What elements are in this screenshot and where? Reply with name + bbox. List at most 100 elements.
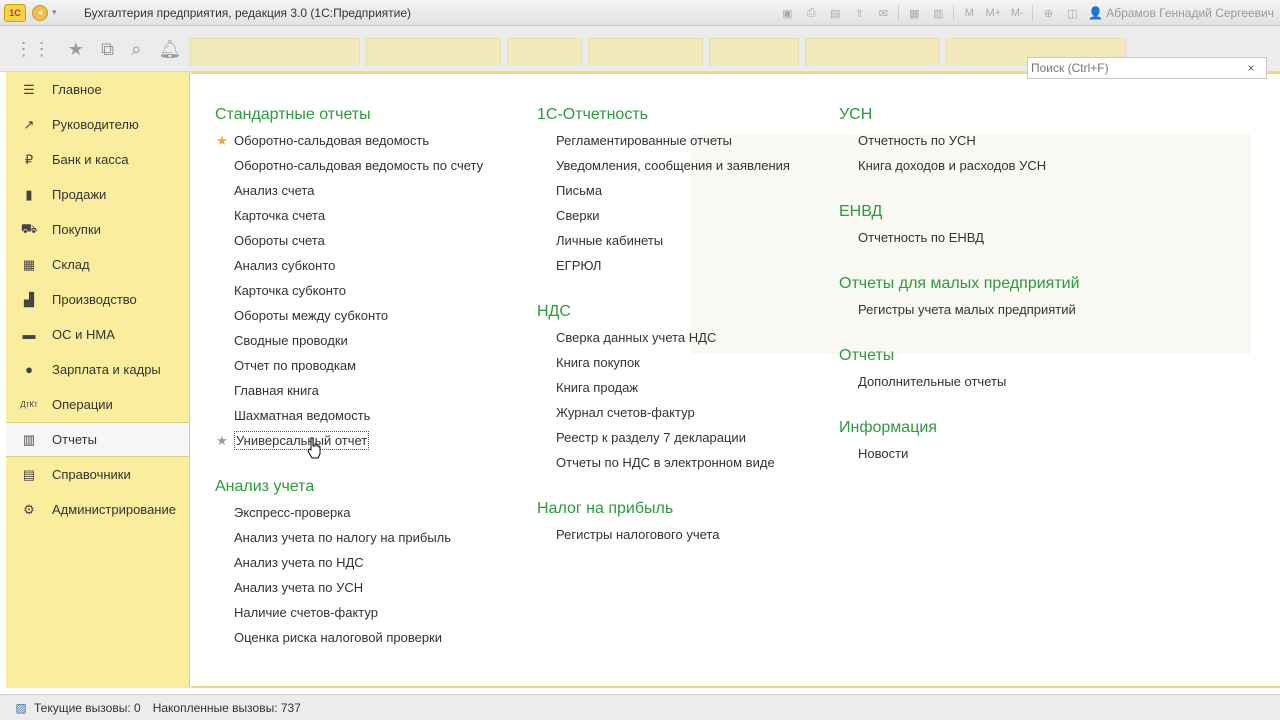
report-link[interactable]: ЕГРЮЛ — [537, 253, 790, 278]
section-information: Информация Новости — [839, 415, 1080, 466]
report-link[interactable]: Наличие счетов-фактур — [215, 600, 483, 625]
bell-icon[interactable]: 🔔︎ — [159, 39, 182, 60]
report-link[interactable]: Реестр к разделу 7 декларации — [537, 425, 790, 450]
sidebar-item-admin[interactable]: ⚙ Администрирование — [6, 492, 189, 527]
sidebar-item-reports[interactable]: ▥ Отчеты — [6, 422, 189, 457]
report-link[interactable]: ★ Оборотно-сальдовая ведомость — [215, 128, 483, 153]
report-link[interactable]: Журнал счетов-фактур — [537, 400, 790, 425]
report-link[interactable]: Отчетность по ЕНВД — [839, 225, 1080, 250]
section-title[interactable]: Информация — [839, 415, 1080, 441]
favorites-star-icon[interactable]: ★ — [68, 39, 84, 60]
report-link-universal[interactable]: ★ Универсальный отчет — [215, 428, 483, 453]
section-title[interactable]: Анализ учета — [215, 474, 483, 500]
report-link[interactable]: Анализ учета по НДС — [215, 550, 483, 575]
toolbar-divider — [953, 5, 955, 21]
report-link[interactable]: Карточка субконто — [215, 278, 483, 303]
report-link[interactable]: Анализ счета — [215, 178, 483, 203]
tab[interactable] — [805, 38, 940, 66]
user-name[interactable]: 👤 Абрамов Геннадий Сергеевич — [1084, 6, 1280, 20]
report-link[interactable]: Шахматная ведомость — [215, 403, 483, 428]
report-link[interactable]: Оценка риска налоговой проверки — [215, 625, 483, 650]
section-title[interactable]: ЕНВД — [839, 199, 1080, 225]
section-title[interactable]: Налог на прибыль — [537, 496, 790, 522]
memory-button[interactable]: M — [958, 3, 980, 23]
apps-grid-icon[interactable]: ⋮⋮ — [15, 39, 51, 60]
history-icon[interactable]: ⧉ — [101, 39, 114, 60]
history-icon[interactable]: ◂ — [32, 4, 48, 21]
search-icon[interactable]: ⌕ — [131, 39, 141, 60]
current-calls: Текущие вызовы: 0 — [34, 700, 141, 715]
report-link[interactable]: Экспресс-проверка — [215, 500, 483, 525]
report-link[interactable]: Отчет по проводкам — [215, 353, 483, 378]
report-link[interactable]: Отчеты по НДС в электронном виде — [537, 450, 790, 475]
attach-icon[interactable]: ⇪ — [848, 3, 870, 23]
report-link[interactable]: Книга продаж — [537, 375, 790, 400]
calendar-icon[interactable]: ▥ — [927, 3, 949, 23]
report-link[interactable]: Сверка данных учета НДС — [537, 325, 790, 350]
report-link[interactable]: Книга доходов и расходов УСН — [839, 153, 1080, 178]
report-link[interactable]: Регистры налогового учета — [537, 522, 790, 547]
chevron-down-icon[interactable]: ▾ — [52, 7, 64, 18]
tab[interactable] — [709, 38, 799, 66]
favorite-star-icon[interactable]: ★ — [215, 428, 229, 453]
sidebar-item-catalogs[interactable]: ▤ Справочники — [6, 457, 189, 492]
clear-search-button[interactable]: × — [1238, 61, 1264, 75]
report-link[interactable]: Сводные проводки — [215, 328, 483, 353]
sidebar-item-manager[interactable]: ↗ Руководителю — [6, 107, 189, 142]
report-link[interactable]: Отчетность по УСН — [839, 128, 1080, 153]
calculator-icon[interactable]: ▦ — [903, 3, 925, 23]
zoom-icon[interactable]: ⊕ — [1037, 3, 1059, 23]
report-link[interactable]: Карточка счета — [215, 203, 483, 228]
report-link[interactable]: Оборотно-сальдовая ведомость по счету — [215, 153, 483, 178]
report-link[interactable]: Обороты между субконто — [215, 303, 483, 328]
section-title[interactable]: Стандартные отчеты — [215, 102, 483, 128]
app-logo[interactable]: 1С — [4, 3, 26, 22]
sidebar-item-production[interactable]: ▟ Производство — [6, 282, 189, 317]
report-link[interactable]: Обороты счета — [215, 228, 483, 253]
report-link[interactable]: Анализ субконто — [215, 253, 483, 278]
calls-monitor-icon[interactable]: ▨ — [12, 700, 30, 716]
sidebar-item-main[interactable]: ☰ Главное — [6, 72, 189, 107]
sidebar-item-warehouse[interactable]: ▦ Склад — [6, 247, 189, 282]
debit-credit-icon: ДтКт — [20, 400, 38, 409]
section-title[interactable]: Отчеты для малых предприятий — [839, 271, 1080, 297]
sidebar-item-label: Отчеты — [52, 432, 97, 447]
tab[interactable] — [190, 38, 360, 66]
report-link[interactable]: Сверки — [537, 203, 790, 228]
report-link[interactable]: Анализ учета по налогу на прибыль — [215, 525, 483, 550]
print-icon[interactable]: ⎙ — [800, 3, 822, 23]
tab[interactable] — [588, 38, 703, 66]
report-link[interactable]: Главная книга — [215, 378, 483, 403]
favorite-star-icon[interactable]: ★ — [215, 128, 229, 153]
tab[interactable] — [507, 38, 582, 66]
sidebar-item-operations[interactable]: ДтКт Операции — [6, 387, 189, 422]
sidebar-item-assets[interactable]: ▬ ОС и НМА — [6, 317, 189, 352]
save-icon[interactable]: ▣ — [776, 3, 798, 23]
report-link[interactable]: Регистры учета малых предприятий — [839, 297, 1080, 322]
mail-icon[interactable]: ✉ — [872, 3, 894, 23]
report-link[interactable]: Письма — [537, 178, 790, 203]
report-link[interactable]: Дополнительные отчеты — [839, 369, 1080, 394]
memory-plus-button[interactable]: M+ — [982, 3, 1004, 23]
section-title[interactable]: 1С-Отчетность — [537, 102, 790, 128]
report-link[interactable]: Регламентированные отчеты — [537, 128, 790, 153]
tab[interactable] — [366, 38, 501, 66]
memory-minus-button[interactable]: M- — [1006, 3, 1028, 23]
search-input[interactable] — [1028, 61, 1238, 75]
report-link[interactable]: Уведомления, сообщения и заявления — [537, 153, 790, 178]
section-title[interactable]: УСН — [839, 102, 1080, 128]
preview-icon[interactable]: ▤ — [824, 3, 846, 23]
hand-cursor-icon — [307, 437, 321, 459]
sidebar-item-label: Руководителю — [52, 117, 139, 132]
report-link[interactable]: Анализ учета по УСН — [215, 575, 483, 600]
sidebar-item-salary[interactable]: ● Зарплата и кадры — [6, 352, 189, 387]
report-link[interactable]: Личные кабинеты — [537, 228, 790, 253]
sidebar-item-sales[interactable]: ▮ Продажи — [6, 177, 189, 212]
sidebar-item-purchases[interactable]: ⛟ Покупки — [6, 212, 189, 247]
section-title[interactable]: НДС — [537, 299, 790, 325]
sidebar-item-bank[interactable]: ₽ Банк и касса — [6, 142, 189, 177]
section-title[interactable]: Отчеты — [839, 343, 1080, 369]
windows-icon[interactable]: ◫ — [1061, 3, 1083, 23]
report-link[interactable]: Книга покупок — [537, 350, 790, 375]
report-link[interactable]: Новости — [839, 441, 1080, 466]
